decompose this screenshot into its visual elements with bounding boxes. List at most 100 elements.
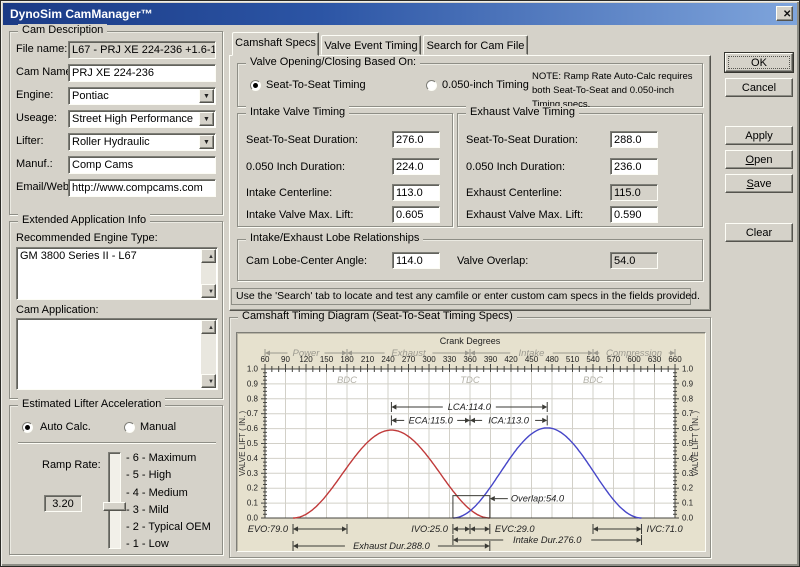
svg-text:390: 390 (484, 355, 498, 364)
svg-text:Intake: Intake (519, 348, 545, 359)
clear-button[interactable]: Clear (725, 223, 793, 242)
lobe-center-angle-label: Cam Lobe-Center Angle: (246, 255, 367, 267)
engine-select[interactable]: Pontiac ▼ (68, 87, 216, 105)
open-button[interactable]: Open (725, 150, 793, 169)
timing-diagram-title: Camshaft Timing Diagram (Seat-To-Seat Ti… (238, 310, 517, 322)
ramp-rate-slider-track[interactable] (108, 452, 121, 549)
save-button[interactable]: Save (725, 174, 793, 193)
svg-text:0.6: 0.6 (247, 424, 259, 433)
lifter-accel-group: Estimated Lifter Acceleration Auto Calc.… (9, 405, 223, 555)
search-hint: Use the 'Search' tab to locate and test … (231, 288, 691, 305)
svg-text:1.0: 1.0 (682, 365, 694, 374)
svg-text:0.4: 0.4 (247, 454, 259, 463)
lifter-label: Lifter: (16, 135, 44, 147)
cam-app-textarea[interactable]: ▲ ▼ (16, 318, 218, 390)
svg-text:0.9: 0.9 (247, 379, 259, 388)
engine-dropdown-button[interactable]: ▼ (199, 89, 214, 103)
svg-text:0.2: 0.2 (247, 484, 259, 493)
auto-calc-label: Auto Calc. (40, 421, 91, 433)
email-web-label: Email/Web: (16, 181, 72, 193)
svg-text:BDC: BDC (583, 375, 603, 386)
cam-description-title: Cam Description (18, 24, 107, 36)
svg-text:0.3: 0.3 (247, 469, 259, 478)
cam-app-scrollbar[interactable]: ▲ ▼ (201, 320, 216, 388)
engine-value: Pontiac (72, 90, 109, 102)
lobe-group: Intake/Exhaust Lobe Relationships Cam Lo… (237, 239, 703, 281)
valve-basis-group: Valve Opening/Closing Based On: Seat-To-… (237, 63, 703, 107)
exhaust-timing-group: Exhaust Valve Timing Seat-To-Seat Durati… (457, 113, 703, 227)
tab-search-for-cam-file[interactable]: Search for Cam File (423, 35, 528, 55)
exhaust-050-duration-label: 0.050 Inch Duration: (466, 161, 565, 173)
manuf-field[interactable]: Comp Cams (68, 156, 216, 174)
tab-valve-event-timing[interactable]: Valve Event Timing (321, 35, 421, 55)
scale-label-5: - 5 - High (126, 467, 171, 484)
exhaust-max-lift-label: Exhaust Valve Max. Lift: (466, 209, 583, 221)
exhaust-s2s-duration-field[interactable]: 288.0 (610, 131, 658, 148)
apply-button[interactable]: Apply (725, 126, 793, 145)
lifter-dropdown-button[interactable]: ▼ (199, 135, 214, 149)
intake-max-lift-field[interactable]: 0.605 (392, 206, 440, 223)
exhaust-050-duration-field[interactable]: 236.0 (610, 158, 658, 175)
scroll-down-button[interactable]: ▼ (201, 374, 216, 388)
engine-type-textarea[interactable]: GM 3800 Series II - L67 ▲ ▼ (16, 247, 218, 300)
svg-text:LCA:114.0: LCA:114.0 (448, 402, 492, 412)
svg-text:0.0: 0.0 (247, 514, 259, 523)
intake-s2s-duration-label: Seat-To-Seat Duration: (246, 134, 358, 146)
cancel-button[interactable]: Cancel (725, 78, 793, 97)
auto-calc-radio[interactable] (22, 422, 33, 433)
exhaust-centerline-label: Exhaust Centerline: (466, 187, 562, 199)
scroll-down-icon: ▼ (208, 289, 214, 295)
useage-value: Street High Performance (72, 113, 193, 125)
chevron-down-icon: ▼ (203, 116, 210, 123)
exhaust-timing-title: Exhaust Valve Timing (466, 106, 579, 118)
scale-label-1: - 1 - Low (126, 536, 169, 553)
engine-type-value: GM 3800 Series II - L67 (20, 250, 137, 262)
file-name-label: File name: (16, 43, 67, 55)
svg-text:510: 510 (566, 355, 580, 364)
intake-050-duration-field[interactable]: 224.0 (392, 158, 440, 175)
divider (18, 442, 216, 444)
svg-text:TDC: TDC (460, 375, 480, 386)
scroll-down-button[interactable]: ▼ (201, 284, 216, 298)
svg-text:EVO:79.0: EVO:79.0 (248, 524, 289, 534)
intake-centerline-field[interactable]: 113.0 (392, 184, 440, 201)
cam-name-field[interactable]: PRJ XE 224-236 (68, 64, 216, 82)
ok-button[interactable]: OK (725, 53, 793, 72)
ramp-rate-value: 3.20 (44, 495, 82, 512)
engine-type-scrollbar[interactable]: ▲ ▼ (201, 249, 216, 298)
cam-name-label: Cam Name: (16, 66, 75, 78)
svg-text:90: 90 (281, 355, 290, 364)
seat-to-seat-radio[interactable] (250, 80, 261, 91)
tab-camshaft-specs[interactable]: Camshaft Specs (232, 32, 319, 56)
file-name-field: L67 - PRJ XE 224-236 +1.6-1. (68, 41, 216, 59)
intake-timing-title: Intake Valve Timing (246, 106, 349, 118)
close-button[interactable]: ✕ (776, 6, 793, 21)
chevron-down-icon: ▼ (203, 139, 210, 146)
050-inch-label: 0.050-inch Timing (442, 79, 529, 91)
useage-dropdown-button[interactable]: ▼ (199, 112, 214, 126)
manual-label: Manual (140, 421, 176, 433)
scroll-up-button[interactable]: ▲ (201, 249, 216, 263)
svg-text:150: 150 (320, 355, 334, 364)
scroll-up-icon: ▲ (208, 325, 214, 331)
intake-max-lift-label: Intake Valve Max. Lift: (246, 209, 353, 221)
manual-radio[interactable] (124, 422, 135, 433)
svg-text:Exhaust Dur.288.0: Exhaust Dur.288.0 (353, 541, 430, 551)
svg-text:480: 480 (545, 355, 559, 364)
svg-text:Power: Power (293, 348, 321, 359)
svg-text:0.2: 0.2 (682, 484, 694, 493)
useage-select[interactable]: Street High Performance ▼ (68, 110, 216, 128)
exhaust-max-lift-field[interactable]: 0.590 (610, 206, 658, 223)
svg-text:0.1: 0.1 (247, 499, 259, 508)
ramp-rate-slider-thumb[interactable] (103, 502, 126, 511)
valve-basis-title: Valve Opening/Closing Based On: (246, 56, 420, 68)
lifter-select[interactable]: Roller Hydraulic ▼ (68, 133, 216, 151)
scroll-up-button[interactable]: ▲ (201, 320, 216, 334)
svg-text:0.1: 0.1 (682, 499, 694, 508)
cam-description-group: Cam Description File name: L67 - PRJ XE … (9, 31, 223, 215)
title-bar[interactable]: DynoSim CamManager™ ✕ (3, 3, 797, 25)
lobe-center-angle-field[interactable]: 114.0 (392, 252, 440, 269)
050-inch-radio[interactable] (426, 80, 437, 91)
intake-s2s-duration-field[interactable]: 276.0 (392, 131, 440, 148)
email-web-field[interactable]: http://www.compcams.com (68, 179, 216, 197)
